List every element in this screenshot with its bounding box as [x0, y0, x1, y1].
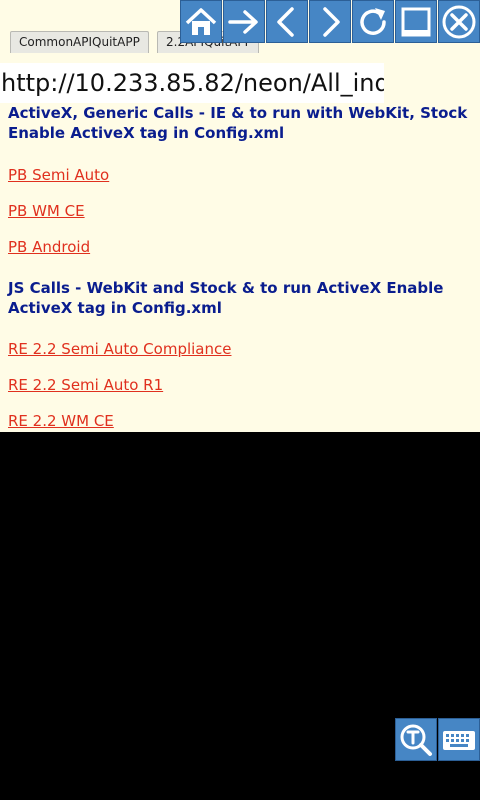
- zoom-text-button[interactable]: [395, 718, 437, 761]
- browser-toolbar: [180, 0, 480, 44]
- section-heading-activex: ActiveX, Generic Calls - IE & to run wit…: [8, 104, 468, 142]
- close-icon: [442, 5, 476, 38]
- forward-icon: [323, 6, 340, 37]
- minimize-icon: [401, 7, 431, 36]
- go-arrow-icon: [228, 9, 258, 34]
- section-heading-js-calls: JS Calls - WebKit and Stock & to run Act…: [8, 279, 444, 317]
- link-re-semi-auto-r1[interactable]: RE 2.2 Semi Auto R1: [8, 375, 163, 395]
- link-re-wm-ce[interactable]: RE 2.2 WM CE: [8, 411, 114, 431]
- back-button[interactable]: [266, 0, 308, 43]
- go-button[interactable]: [223, 0, 265, 43]
- forward-button[interactable]: [309, 0, 351, 43]
- link-pb-semi-auto[interactable]: PB Semi Auto: [8, 165, 109, 185]
- back-icon: [277, 6, 294, 37]
- link-pb-android[interactable]: PB Android: [8, 237, 90, 257]
- reload-icon: [360, 7, 386, 35]
- link-pb-wm-ce[interactable]: PB WM CE: [8, 201, 85, 221]
- keyboard-icon: [443, 730, 475, 750]
- bottom-button-bar: [395, 718, 480, 761]
- reload-button[interactable]: [352, 0, 394, 43]
- home-button[interactable]: [180, 0, 222, 43]
- home-icon: [185, 7, 217, 35]
- link-re-semi-auto-compliance[interactable]: RE 2.2 Semi Auto Compliance: [8, 339, 231, 359]
- close-button[interactable]: [438, 0, 480, 43]
- tab-common-api-quit-app[interactable]: CommonAPIQuitAPP: [10, 31, 149, 53]
- keyboard-button[interactable]: [438, 718, 480, 761]
- address-bar[interactable]: http://10.233.85.82/neon/All_ind: [0, 63, 384, 103]
- web-page: CommonAPIQuitAPP 2.2APIQuitAPP ActiveX, …: [0, 0, 480, 432]
- zoom-text-icon: [400, 724, 432, 756]
- minimize-button[interactable]: [395, 0, 437, 43]
